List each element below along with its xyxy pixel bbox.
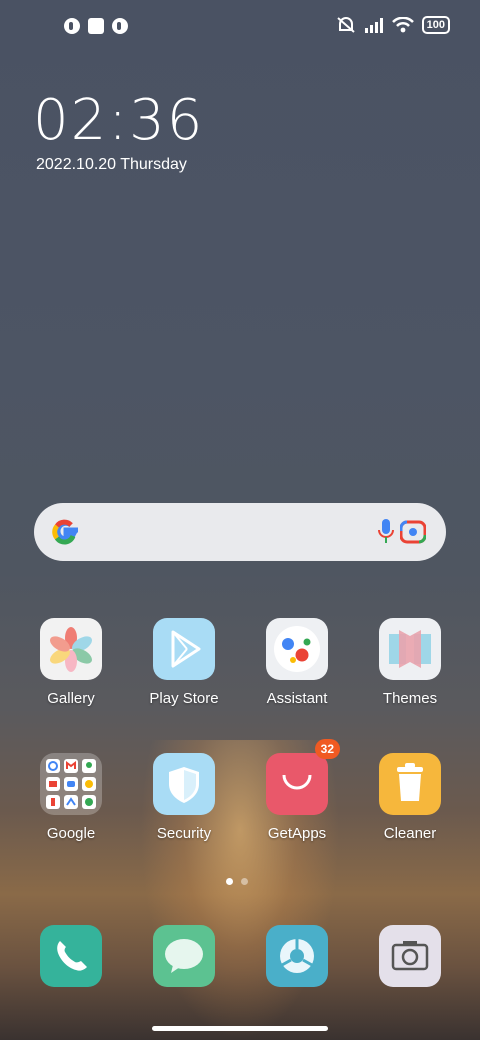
silent-icon [336,17,355,33]
themes-icon [379,618,441,680]
wifi-icon [391,17,414,33]
page-dot-active [226,878,233,885]
notification-icon [64,18,80,34]
home-gesture-bar[interactable] [152,1026,328,1031]
security-icon [153,753,215,815]
browser-icon[interactable] [266,925,328,987]
camera-icon[interactable] [379,925,441,987]
cleaner-icon [379,753,441,815]
app-security[interactable]: Security [129,753,239,842]
app-getapps[interactable]: 32 GetApps [242,739,352,842]
messages-icon[interactable] [153,925,215,987]
battery-icon: 100 [421,16,450,34]
app-label: Play Store [149,690,219,707]
clock-time[interactable]: 02:36 [33,88,204,153]
square-icon [88,18,104,34]
clock-date[interactable]: 2022.10.20 Thursday [36,156,187,174]
app-cleaner[interactable]: Cleaner [355,753,465,842]
signal-icon [364,18,383,33]
app-play-store[interactable]: Play Store [129,618,239,707]
app-label: GetApps [267,825,327,842]
notification-badge: 32 [314,739,340,759]
assistant-icon [266,618,328,680]
app-assistant[interactable]: Assistant [242,618,352,707]
gallery-icon [40,618,102,680]
mic-icon[interactable] [378,519,394,545]
google-icon [52,519,78,545]
app-gallery[interactable]: Gallery [16,618,126,707]
lens-icon[interactable] [400,519,426,545]
app-label: Security [156,825,212,842]
phone-icon[interactable] [40,925,102,987]
google-folder-icon [40,753,102,815]
play-store-icon [153,618,215,680]
page-indicator[interactable] [226,878,248,885]
app-label: Cleaner [383,825,437,842]
page-dot [241,878,248,885]
app-themes[interactable]: Themes [355,618,465,707]
app-label: Themes [382,690,438,707]
app-google-folder[interactable]: Google [16,753,126,842]
app-label: Gallery [47,690,95,707]
app-label: Google [46,825,96,842]
getapps-icon: 32 [266,739,340,815]
app-label: Assistant [266,690,328,707]
google-search-bar[interactable] [34,503,446,561]
notification-icon [112,18,128,34]
status-bar: 100 [0,16,480,40]
